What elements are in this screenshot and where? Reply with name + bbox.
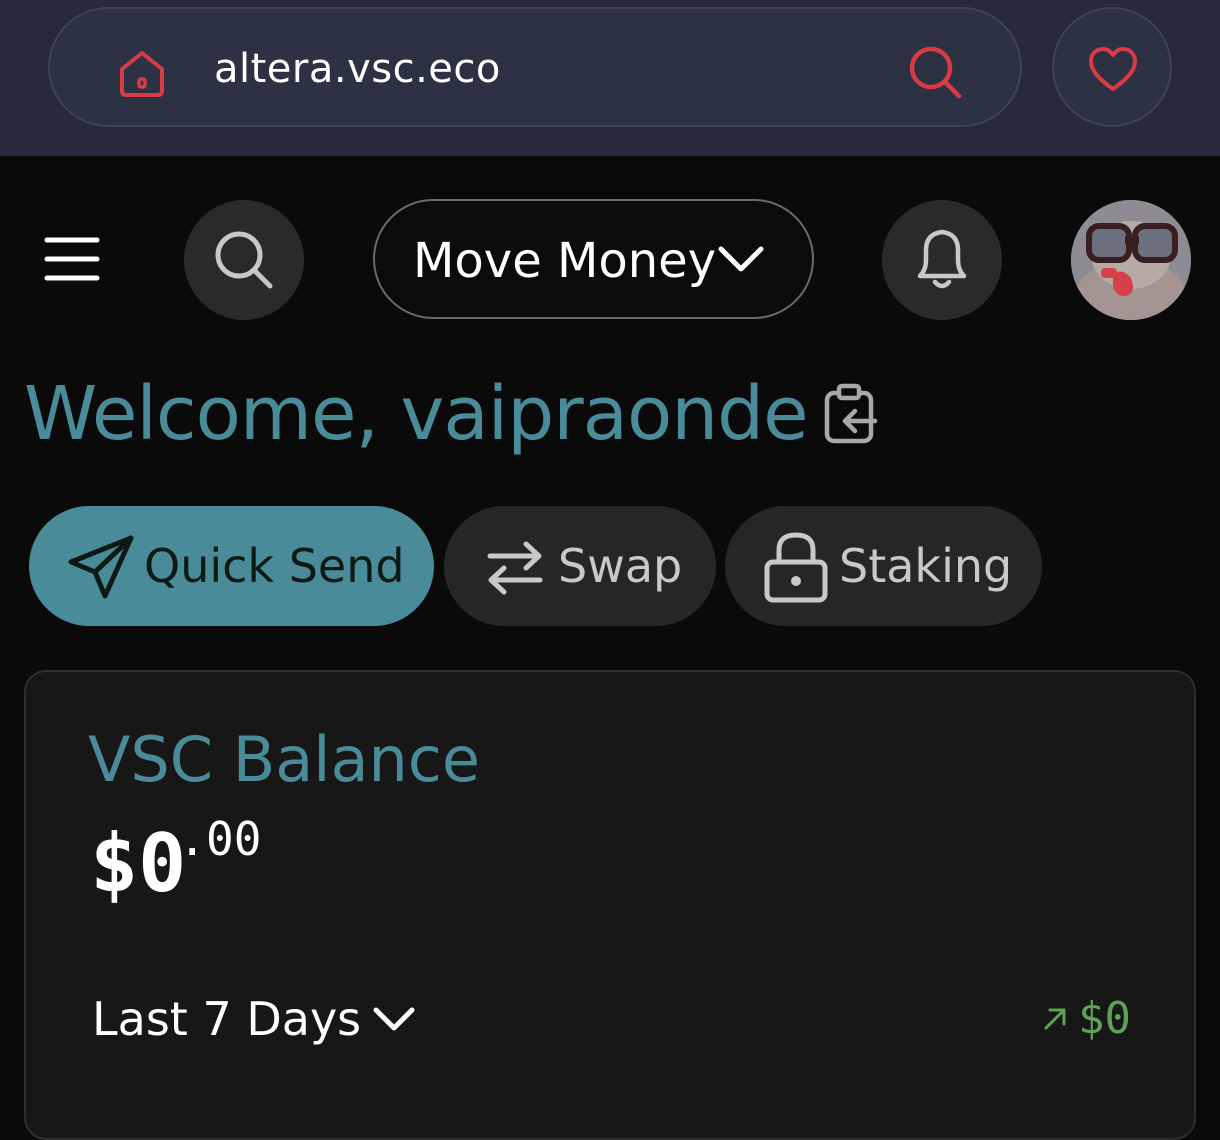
move-money-dropdown[interactable]: Move Money bbox=[373, 199, 814, 319]
chevron-down-icon bbox=[718, 246, 764, 272]
balance-amount: $0.00 bbox=[90, 812, 261, 912]
bell-icon bbox=[917, 229, 967, 289]
address-bar[interactable]: altera.vsc.eco bbox=[48, 7, 1022, 127]
move-money-label: Move Money bbox=[413, 233, 717, 289]
favorite-button[interactable] bbox=[1052, 7, 1172, 127]
chevron-down-icon[interactable] bbox=[372, 1004, 416, 1036]
heart-icon bbox=[1089, 47, 1137, 91]
search-icon[interactable] bbox=[906, 43, 964, 101]
url-text[interactable]: altera.vsc.eco bbox=[214, 39, 501, 99]
balance-card: VSC Balance $0.00 Last 7 Days $0 bbox=[24, 670, 1196, 1140]
hamburger-menu-icon[interactable] bbox=[44, 236, 100, 282]
swap-button[interactable]: Swap bbox=[444, 506, 716, 626]
arrow-up-right-icon bbox=[1044, 1008, 1066, 1030]
search-button[interactable] bbox=[184, 200, 304, 320]
user-avatar[interactable] bbox=[1071, 200, 1191, 320]
balance-change-value: $0 bbox=[1078, 993, 1131, 1044]
browser-bar: altera.vsc.eco bbox=[0, 0, 1220, 156]
quick-send-button[interactable]: Quick Send bbox=[29, 506, 434, 626]
swap-label: Swap bbox=[558, 539, 683, 593]
home-icon[interactable] bbox=[116, 47, 168, 99]
search-icon bbox=[215, 231, 273, 289]
balance-title: VSC Balance bbox=[88, 723, 481, 796]
quick-send-label: Quick Send bbox=[144, 539, 405, 593]
period-selector-label[interactable]: Last 7 Days bbox=[92, 990, 361, 1048]
swap-arrows-icon bbox=[487, 541, 543, 595]
lock-icon bbox=[764, 532, 828, 603]
send-icon bbox=[68, 535, 134, 599]
notifications-button[interactable] bbox=[882, 200, 1002, 320]
staking-button[interactable]: Staking bbox=[725, 506, 1042, 626]
staking-label: Staking bbox=[839, 539, 1013, 593]
welcome-heading: Welcome, vaipraonde bbox=[24, 371, 809, 457]
avatar-image bbox=[1071, 200, 1191, 320]
clipboard-icon[interactable] bbox=[823, 383, 879, 445]
balance-amount-cents: .00 bbox=[178, 812, 262, 866]
balance-amount-main: $0 bbox=[90, 817, 187, 910]
